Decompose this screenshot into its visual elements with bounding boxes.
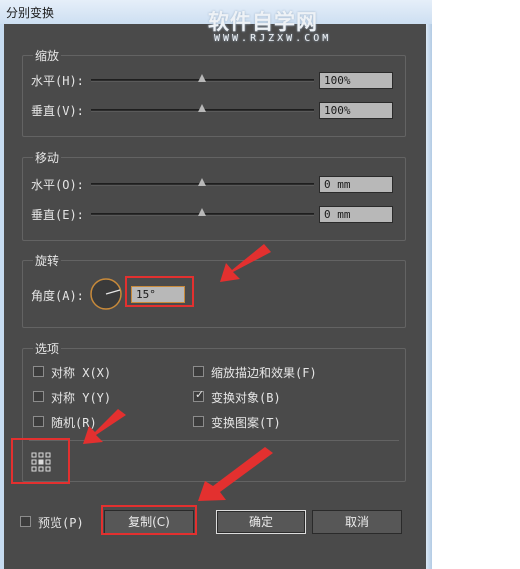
arrow-icon xyxy=(220,244,271,282)
arrow-icon xyxy=(83,409,126,444)
annotation-arrows xyxy=(83,244,273,501)
arrow-icon xyxy=(198,447,273,501)
